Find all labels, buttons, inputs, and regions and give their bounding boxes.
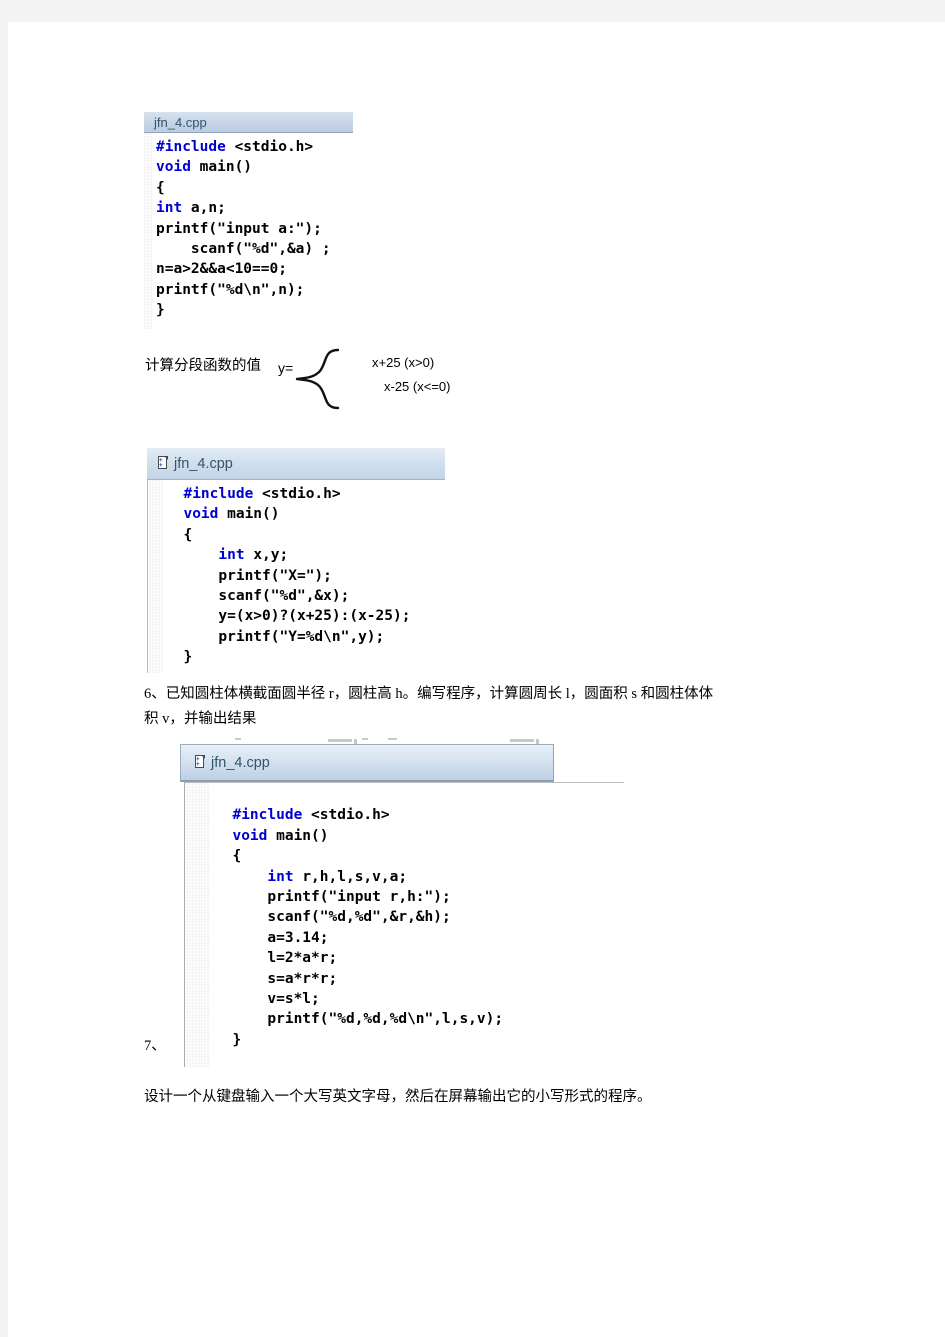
code-line: printf("%d\n",n); bbox=[156, 281, 305, 298]
question-7-text: 设计一个从键盘输入一个大写英文字母，然后在屏幕输出它的小写形式的程序。 bbox=[144, 1089, 652, 1105]
cpp-file-icon: + + bbox=[156, 456, 169, 471]
code-line: scanf("%d,%d",&r,&h); bbox=[267, 909, 451, 926]
code-line: scanf("%d",&x); bbox=[218, 588, 350, 605]
code-keyword: #include bbox=[183, 486, 254, 502]
question-7-marker: 7、 bbox=[144, 1038, 166, 1054]
code-window-2-body: #include <stdio.h> void main() { int x,y… bbox=[147, 480, 445, 673]
code-line: printf("Y=%d\n",y); bbox=[218, 628, 385, 645]
code-window-1-code: #include <stdio.h> void main() { int a,n; pr… bbox=[144, 137, 353, 321]
document-page: jfn_4.cpp #include <stdio.h> void main() {… bbox=[8, 22, 945, 1337]
code-window-2: + + jfn_4.cpp #include <stdio.h> void ma… bbox=[147, 448, 445, 673]
code-window-3: + + jfn_4.cpp bbox=[180, 744, 554, 782]
code-line: printf("%d,%d,%d\n",l,s,v); bbox=[267, 1011, 504, 1028]
code-keyword: int bbox=[267, 868, 294, 885]
code-line: #include <stdio.h> bbox=[183, 486, 341, 502]
code-window-2-title: jfn_4.cpp bbox=[174, 455, 233, 472]
code-line: #include <stdio.h> bbox=[156, 139, 314, 155]
code-line: { bbox=[183, 526, 193, 543]
code-line: int a,n; bbox=[156, 200, 226, 217]
code-line: } bbox=[183, 649, 193, 666]
piecewise-case-top: x+25 (x>0) bbox=[372, 355, 435, 370]
code-window-1-body: #include <stdio.h> void main() { int a,n; pr… bbox=[144, 133, 353, 329]
code-line: { bbox=[232, 848, 242, 865]
code-line: void main() bbox=[232, 827, 329, 844]
question-6-line-2: 积 v，并输出结果 bbox=[144, 711, 257, 727]
code-line: printf("input r,h:"); bbox=[267, 889, 451, 906]
code-window-1: jfn_4.cpp #include <stdio.h> void main() {… bbox=[144, 112, 353, 329]
cpp-file-icon: + + bbox=[193, 755, 206, 770]
code-line: int r,h,l,s,v,a; bbox=[267, 868, 408, 885]
code-window-2-titlebar: + + jfn_4.cpp bbox=[147, 448, 445, 480]
code-window-3-titlebar: + + jfn_4.cpp bbox=[180, 744, 554, 782]
code-line: void main() bbox=[183, 506, 280, 523]
code-window-3-body: #include <stdio.h> void main() { int r,h… bbox=[184, 782, 624, 1067]
code-line: y=(x>0)?(x+25):(x-25); bbox=[218, 608, 411, 625]
code-line: } bbox=[232, 1031, 242, 1048]
code-keyword: void bbox=[183, 506, 219, 523]
code-window-3-code: #include <stdio.h> void main() { int r,h… bbox=[185, 785, 624, 1050]
code-line: printf("input a:"); bbox=[156, 220, 322, 237]
code-keyword: void bbox=[156, 159, 191, 176]
code-line: scanf("%d",&a) ; bbox=[190, 241, 331, 258]
code-line: n=a>2&&a<10==0; bbox=[156, 261, 287, 278]
code-line: int x,y; bbox=[218, 547, 289, 564]
code-line: l=2*a*r; bbox=[267, 950, 338, 967]
code-keyword: int bbox=[156, 200, 183, 217]
code-line: } bbox=[156, 302, 165, 319]
code-line: v=s*l; bbox=[267, 991, 320, 1008]
piecewise-variable: y= bbox=[278, 360, 294, 376]
code-keyword: void bbox=[232, 827, 268, 844]
code-window-3-title: jfn_4.cpp bbox=[211, 754, 270, 771]
code-window-1-title: jfn_4.cpp bbox=[154, 114, 207, 130]
question-6-line-1: 6、已知圆柱体横截面圆半径 r，圆柱高 h。编写程序，计算圆周长 l，圆面积 s… bbox=[144, 686, 714, 702]
piecewise-brace bbox=[294, 346, 358, 412]
piecewise-case-bottom: x-25 (x<=0) bbox=[384, 379, 451, 394]
clipped-toolbar-artifact bbox=[180, 734, 560, 744]
piecewise-label: 计算分段函数的值 bbox=[145, 358, 261, 374]
brace-shape bbox=[295, 348, 340, 410]
code-window-2-code: #include <stdio.h> void main() { int x,y… bbox=[148, 484, 445, 668]
code-line: #include <stdio.h> bbox=[232, 807, 390, 824]
code-line: void main() bbox=[156, 159, 253, 176]
code-keyword: int bbox=[218, 547, 245, 564]
code-window-1-titlebar: jfn_4.cpp bbox=[144, 112, 353, 133]
code-line: s=a*r*r; bbox=[267, 970, 338, 987]
code-window-3-code-area: #include <stdio.h> void main() { int r,h… bbox=[184, 782, 624, 1067]
code-line: printf("X="); bbox=[218, 567, 332, 584]
code-keyword: #include bbox=[156, 139, 226, 155]
code-keyword: #include bbox=[232, 807, 303, 824]
code-line: { bbox=[156, 179, 165, 196]
code-line: a=3.14; bbox=[267, 929, 329, 946]
